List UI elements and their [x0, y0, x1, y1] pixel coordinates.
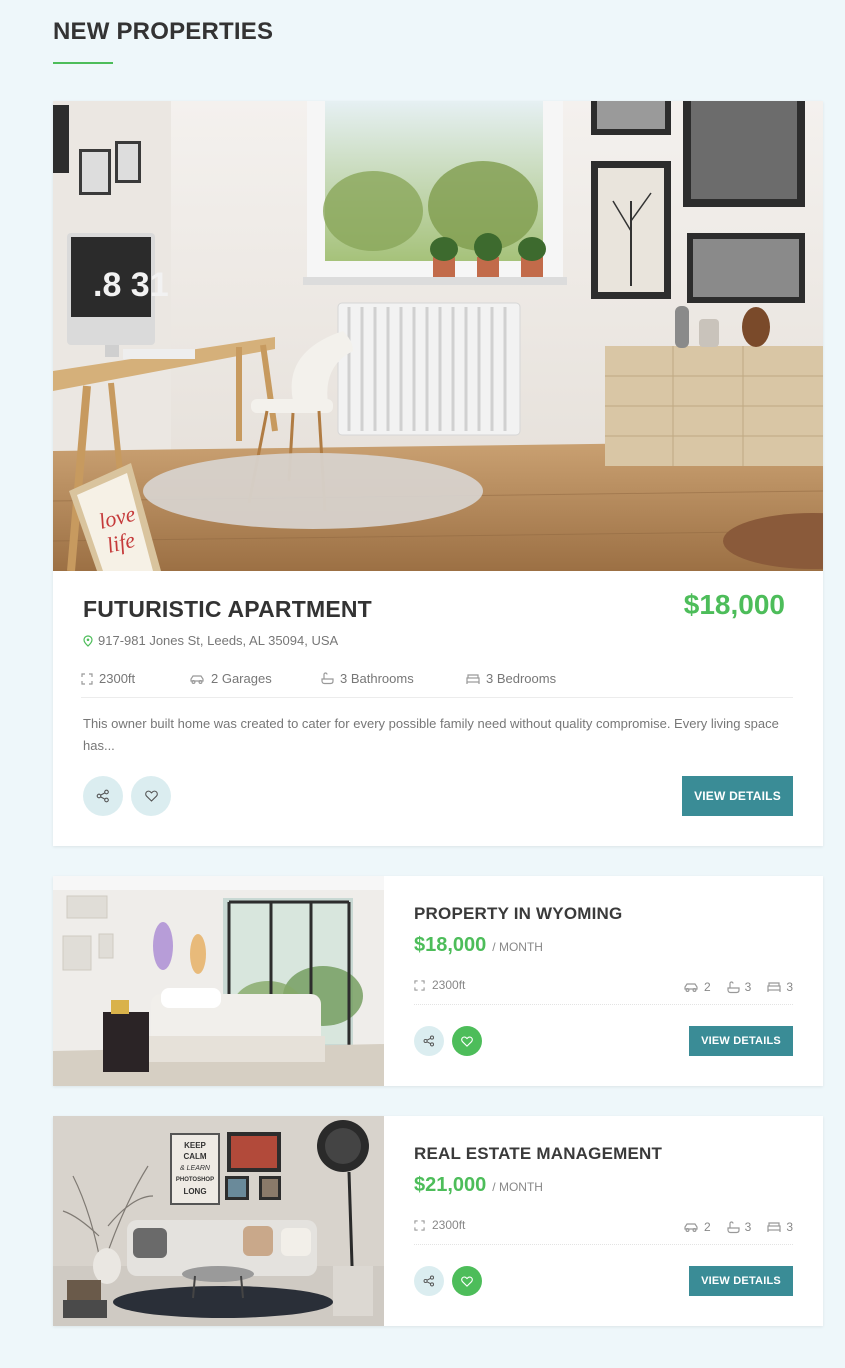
feature-area: 2300ft	[81, 671, 189, 697]
share-icon	[423, 1275, 435, 1287]
featured-property-card: .8 31 love life FUTURISTIC APARTMENT $18…	[53, 101, 823, 846]
view-details-button[interactable]: VIEW DETAILS	[682, 776, 793, 816]
featured-property-photo[interactable]: .8 31 love life	[53, 101, 823, 571]
title-underline	[53, 62, 113, 64]
feature-garages: 2 Garages	[189, 671, 321, 697]
property-features: 2 3 3	[683, 980, 793, 994]
car-icon	[683, 1221, 699, 1233]
feature-garages: 2	[683, 980, 711, 994]
bed-icon	[767, 981, 781, 993]
view-details-button[interactable]: VIEW DETAILS	[689, 1026, 793, 1056]
property-features: 2 3 3	[683, 1220, 793, 1234]
favorite-button[interactable]	[452, 1266, 482, 1296]
expand-corners-icon	[414, 1219, 425, 1231]
feature-garages: 2	[683, 1220, 711, 1234]
address-text: 917-981 Jones St, Leeds, AL 35094, USA	[98, 633, 339, 648]
share-icon	[96, 789, 110, 803]
share-button[interactable]	[414, 1266, 444, 1296]
feature-bedrooms: 3	[767, 1220, 793, 1234]
bathtub-icon	[727, 1220, 740, 1234]
featured-property-address: 917-981 Jones St, Leeds, AL 35094, USA	[83, 633, 338, 648]
poster-line: & LEARN	[180, 1165, 211, 1172]
feature-bathrooms: 3 Bathrooms	[321, 671, 466, 697]
bathtub-icon	[321, 672, 334, 685]
featured-property-description: This owner built home was created to cat…	[83, 716, 779, 753]
property-card: PROPERTY IN WYOMING $18,000 / MONTH 2300…	[53, 876, 823, 1086]
view-details-button[interactable]: VIEW DETAILS	[689, 1266, 793, 1296]
favorite-button[interactable]	[131, 776, 171, 816]
heart-icon	[461, 1035, 473, 1047]
feature-bedrooms: 3 Bedrooms	[466, 671, 556, 697]
property-title[interactable]: PROPERTY IN WYOMING	[414, 904, 622, 924]
favorite-button[interactable]	[452, 1026, 482, 1056]
property-price: $18,000 / MONTH	[414, 934, 543, 956]
property-price: $21,000 / MONTH	[414, 1174, 543, 1196]
divider	[414, 1244, 793, 1245]
property-photo[interactable]	[53, 876, 384, 1086]
car-icon	[189, 673, 205, 685]
featured-property-title[interactable]: FUTURISTIC APARTMENT	[83, 596, 372, 623]
section-title: NEW PROPERTIES	[53, 18, 274, 45]
feature-bedrooms: 3	[767, 980, 793, 994]
bed-icon	[767, 1221, 781, 1233]
map-pin-icon	[83, 634, 93, 647]
feature-bathrooms: 3	[727, 980, 751, 994]
heart-icon	[144, 790, 158, 802]
property-area: 2300ft	[414, 978, 465, 992]
bathtub-icon	[727, 980, 740, 994]
property-card: KEEP CALM & LEARN PHOTOSHOP LONG REAL ES…	[53, 1116, 823, 1326]
divider	[414, 1004, 793, 1005]
featured-property-features: 2300ft 2 Garages 3 Bathrooms 3 Bedrooms	[81, 671, 793, 698]
property-title[interactable]: REAL ESTATE MANAGEMENT	[414, 1144, 662, 1164]
property-photo[interactable]: KEEP CALM & LEARN PHOTOSHOP LONG	[53, 1116, 384, 1326]
clock-digits: .8 31	[93, 266, 169, 304]
share-icon	[423, 1035, 435, 1047]
share-button[interactable]	[414, 1026, 444, 1056]
expand-corners-icon	[81, 673, 93, 685]
poster-line: KEEP	[184, 1141, 206, 1150]
featured-property-price: $18,000	[683, 589, 785, 620]
feature-bathrooms: 3	[727, 1220, 751, 1234]
poster-line: PHOTOSHOP	[176, 1177, 214, 1183]
share-button[interactable]	[83, 776, 123, 816]
bed-icon	[466, 673, 480, 685]
property-area: 2300ft	[414, 1218, 465, 1232]
heart-icon	[461, 1275, 473, 1287]
poster-line: LONG	[183, 1187, 206, 1196]
poster-line: CALM	[183, 1152, 206, 1161]
expand-corners-icon	[414, 979, 425, 991]
car-icon	[683, 981, 699, 993]
